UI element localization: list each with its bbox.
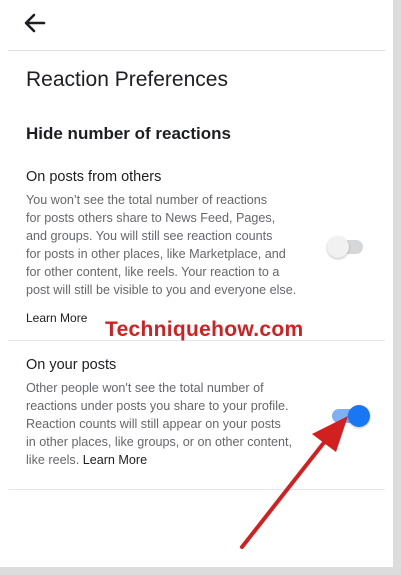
description-line: Other people won't see the total number … xyxy=(26,381,264,395)
yours-heading: On your posts xyxy=(26,357,117,373)
page-title: Reaction Preferences xyxy=(26,68,228,91)
others-description: You won’t see the total number of reacti… xyxy=(26,191,318,299)
watermark-text: Techniquehow.com xyxy=(105,318,304,341)
description-line: You won’t see the total number of reacti… xyxy=(26,193,268,207)
others-reactions-toggle[interactable] xyxy=(327,236,365,258)
top-bar xyxy=(8,0,385,51)
yours-learn-more-link[interactable]: Learn More xyxy=(83,453,147,467)
toggle-knob xyxy=(327,236,349,258)
description-line: post will still be visible to you and ev… xyxy=(26,283,297,297)
description-line-prefix: like reels. xyxy=(26,453,83,467)
screen-frame: Reaction Preferences Hide number of reac… xyxy=(0,0,401,575)
description-line: and groups. You will still see reaction … xyxy=(26,229,273,243)
back-button[interactable] xyxy=(22,10,48,36)
others-heading: On posts from others xyxy=(26,169,162,185)
red-arrow-annotation xyxy=(240,416,348,549)
description-line: for posts others share to News Feed, Pag… xyxy=(26,211,276,225)
others-learn-more-link[interactable]: Learn More xyxy=(26,311,87,325)
description-line: for posts in other places, like Marketpl… xyxy=(26,247,286,261)
arrow-left-icon xyxy=(24,13,46,33)
description-line: for other content, like reels. Your reac… xyxy=(26,265,280,279)
section-title: Hide number of reactions xyxy=(26,124,231,143)
